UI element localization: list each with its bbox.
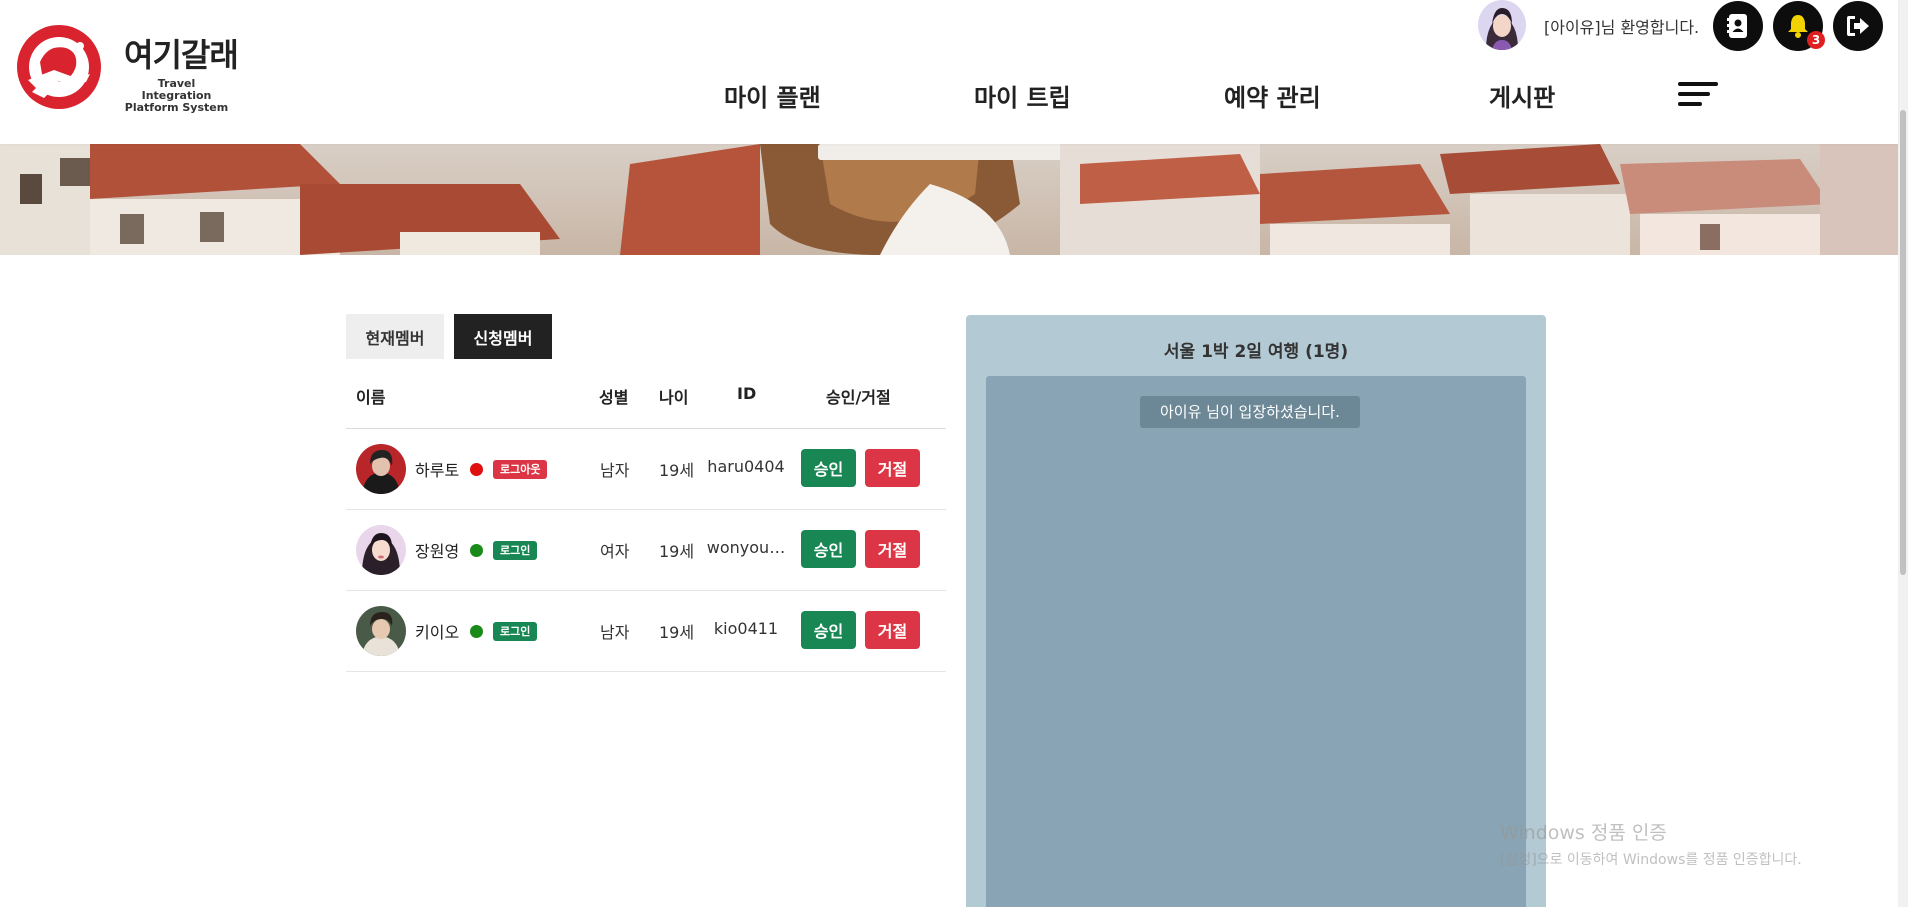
brand-subtitle-line2: Platform System	[124, 101, 229, 114]
member-avatar[interactable]	[356, 525, 406, 575]
approve-button[interactable]: 승인	[801, 449, 856, 487]
page-scrollbar[interactable]	[1898, 0, 1908, 907]
watermark-subtitle: [설정]으로 이동하여 Windows를 정품 인증합니다.	[1500, 852, 1802, 868]
brand-subtitle: Travel Integration Platform System	[124, 78, 229, 114]
approve-button[interactable]: 승인	[801, 530, 856, 568]
member-gender: 남자	[600, 461, 630, 480]
system-message: 아이유 님이 입장하셨습니다.	[1140, 396, 1360, 428]
reject-button[interactable]: 거절	[865, 611, 920, 649]
logout-button[interactable]	[1833, 1, 1883, 51]
member-avatar[interactable]	[356, 606, 406, 656]
brand-subtitle-line1: Travel Integration	[141, 77, 212, 102]
watermark-title: Windows 정품 인증	[1500, 822, 1667, 844]
column-header-gender: 성별	[599, 388, 629, 407]
column-header-id: ID	[737, 384, 757, 403]
column-header-action: 승인/거절	[826, 388, 891, 407]
online-status-dot	[470, 544, 483, 557]
member-avatar[interactable]	[356, 444, 406, 494]
member-age: 19세	[659, 461, 695, 480]
site-header: 여기갈래 Travel Integration Platform System …	[0, 0, 1898, 144]
user-avatar[interactable]	[1478, 0, 1526, 50]
member-name: 하루토	[415, 461, 460, 480]
hamburger-menu-icon[interactable]	[1678, 82, 1718, 106]
offline-status-dot	[470, 463, 483, 476]
brand-name: 여기갈래	[124, 36, 239, 74]
windows-activation-watermark: Windows 정품 인증 [설정]으로 이동하여 Windows를 정품 인증…	[1500, 818, 1802, 869]
bell-icon	[1788, 15, 1808, 38]
member-age: 19세	[659, 542, 695, 561]
member-id: haru0404	[707, 457, 785, 476]
brand-logo-icon[interactable]	[14, 22, 104, 112]
member-gender: 남자	[600, 623, 630, 642]
approve-button[interactable]: 승인	[801, 611, 856, 649]
chat-messages-area[interactable]: 아이유 님이 입장하셨습니다.	[986, 376, 1526, 907]
member-name: 장원영	[415, 542, 460, 561]
login-status-badge: 로그인	[493, 622, 538, 641]
nav-my-plan[interactable]: 마이 플랜	[724, 78, 821, 113]
member-id: wonyou…	[706, 538, 786, 557]
nav-board[interactable]: 게시판	[1489, 78, 1555, 113]
column-header-age: 나이	[659, 388, 689, 407]
chat-panel: 서울 1박 2일 여행 (1명) 아이유 님이 입장하셨습니다.	[966, 315, 1546, 907]
notifications-button[interactable]: 3	[1773, 1, 1825, 51]
login-status-badge: 로그인	[493, 541, 538, 560]
tab-current-members[interactable]: 현재멤버	[346, 314, 444, 359]
welcome-message: [아이유]님 환영합니다.	[1544, 18, 1700, 37]
member-id: kio0411	[713, 619, 779, 638]
online-status-dot	[470, 625, 483, 638]
member-name: 키이오	[415, 623, 460, 642]
nav-my-trip[interactable]: 마이 트립	[974, 78, 1071, 113]
nav-reservations[interactable]: 예약 관리	[1224, 78, 1321, 113]
chat-room-title: 서울 1박 2일 여행 (1명)	[1163, 342, 1349, 362]
column-header-name: 이름	[356, 388, 386, 407]
table-row: 장원영 로그인 여자 19세 wonyou… 승인 거절	[346, 510, 946, 591]
logout-icon	[1847, 16, 1869, 36]
scrollbar-thumb[interactable]	[1900, 110, 1906, 575]
table-row: 하루토 로그아웃 남자 19세 haru0404 승인 거절	[346, 429, 946, 510]
tab-applicant-members[interactable]: 신청멤버	[454, 314, 552, 359]
login-status-badge: 로그아웃	[493, 460, 548, 479]
reject-button[interactable]: 거절	[865, 449, 920, 487]
reject-button[interactable]: 거절	[865, 530, 920, 568]
member-age: 19세	[659, 623, 695, 642]
table-row: 키이오 로그인 남자 19세 kio0411 승인 거절	[346, 591, 946, 672]
member-gender: 여자	[600, 542, 630, 561]
notification-count-badge: 3	[1807, 31, 1825, 49]
brand[interactable]: 여기갈래 Travel Integration Platform System	[124, 30, 239, 114]
hero-banner-image	[0, 144, 1898, 255]
contact-book-icon	[1727, 14, 1747, 38]
contacts-button[interactable]	[1713, 1, 1763, 51]
